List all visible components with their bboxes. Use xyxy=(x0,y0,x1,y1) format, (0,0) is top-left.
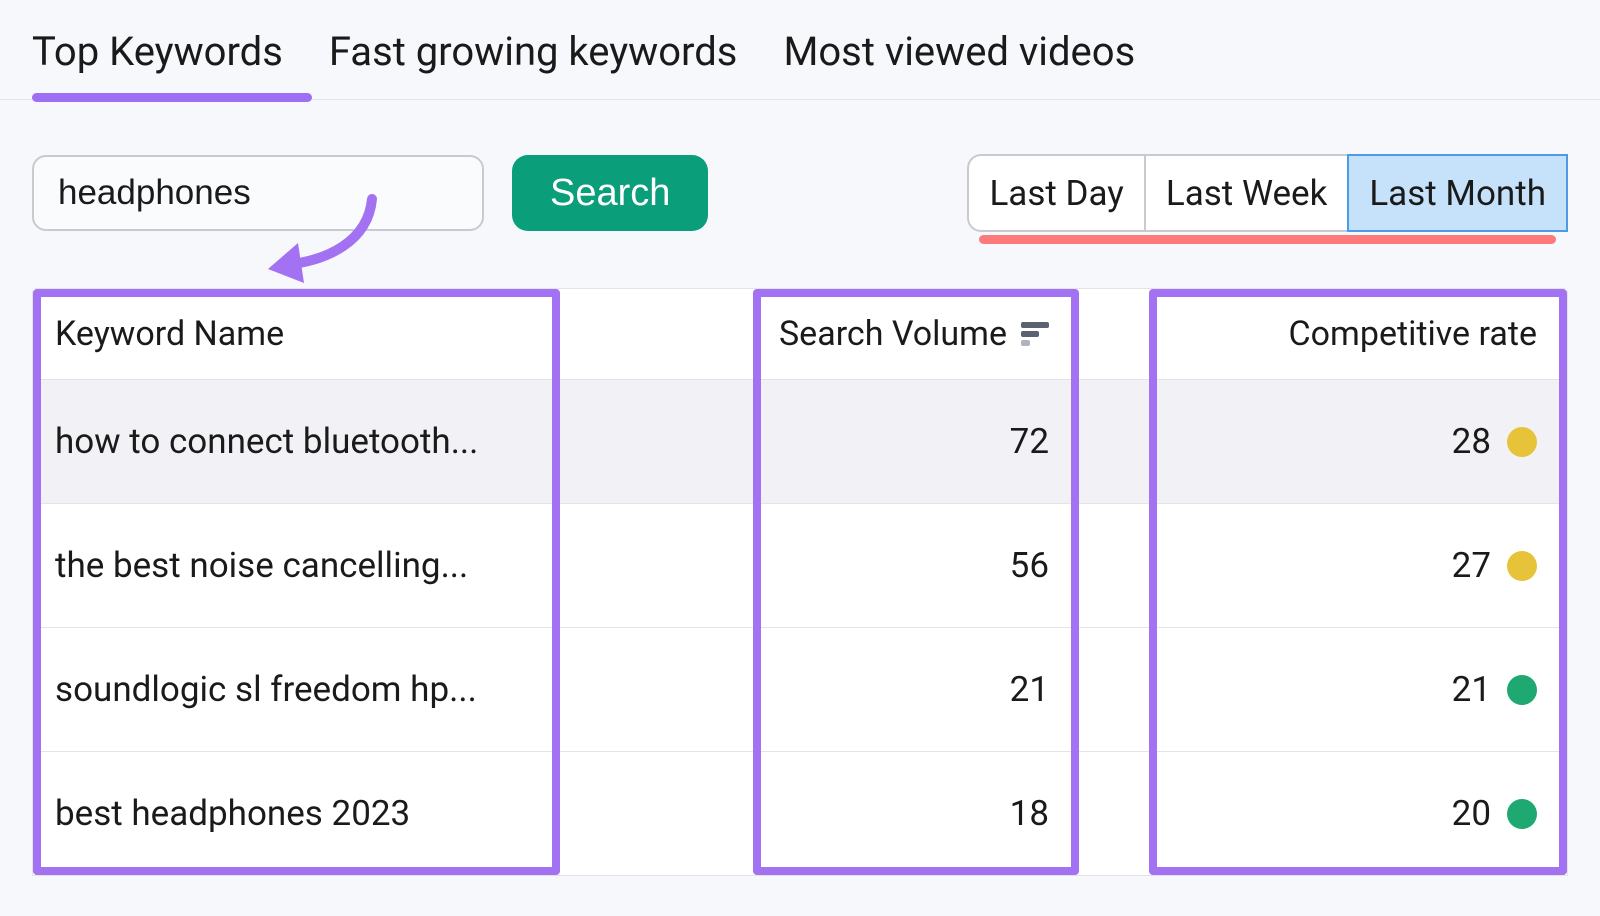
range-annotation-underline xyxy=(979,235,1556,244)
cell-search-volume: 56 xyxy=(753,545,1079,586)
tab-top-keywords[interactable]: Top Keywords xyxy=(32,28,283,99)
sort-desc-icon xyxy=(1021,322,1049,346)
rate-dot-icon xyxy=(1507,799,1537,829)
cell-competitive-rate: 28 xyxy=(1079,421,1567,462)
col-header-name[interactable]: Keyword Name xyxy=(33,314,753,354)
rate-dot-icon xyxy=(1507,675,1537,705)
tab-active-underline xyxy=(32,93,312,102)
cell-search-volume: 18 xyxy=(753,793,1079,834)
rate-value: 28 xyxy=(1452,421,1491,462)
rate-value: 27 xyxy=(1452,545,1491,586)
time-range-segmented: Last Day Last Week Last Month xyxy=(967,154,1568,232)
cell-keyword-name: soundlogic sl freedom hp... xyxy=(33,669,753,710)
controls-row: Search Last Day Last Week Last Month xyxy=(0,100,1600,288)
range-last-week[interactable]: Last Week xyxy=(1144,154,1347,232)
cell-competitive-rate: 21 xyxy=(1079,669,1567,710)
range-last-month[interactable]: Last Month xyxy=(1347,154,1568,232)
table-header-row: Keyword Name Search Volume Competitive r… xyxy=(33,289,1567,379)
cell-competitive-rate: 27 xyxy=(1079,545,1567,586)
table-row[interactable]: the best noise cancelling... 56 27 xyxy=(33,503,1567,627)
cell-competitive-rate: 20 xyxy=(1079,793,1567,834)
cell-keyword-name: best headphones 2023 xyxy=(33,793,753,834)
range-last-day[interactable]: Last Day xyxy=(967,154,1143,232)
keywords-table: Keyword Name Search Volume Competitive r… xyxy=(32,288,1568,876)
cell-search-volume: 72 xyxy=(753,421,1079,462)
tab-fast-growing[interactable]: Fast growing keywords xyxy=(329,28,738,99)
cell-search-volume: 21 xyxy=(753,669,1079,710)
cell-keyword-name: the best noise cancelling... xyxy=(33,545,753,586)
search-wrap xyxy=(32,155,484,231)
rate-dot-icon xyxy=(1507,427,1537,457)
rate-value: 21 xyxy=(1452,669,1491,710)
table-row[interactable]: best headphones 2023 18 20 xyxy=(33,751,1567,875)
search-button[interactable]: Search xyxy=(512,155,708,231)
search-input[interactable] xyxy=(32,155,484,231)
col-header-rate[interactable]: Competitive rate xyxy=(1079,314,1567,354)
tabs: Top Keywords Fast growing keywords Most … xyxy=(0,0,1600,100)
table-row[interactable]: how to connect bluetooth... 72 28 xyxy=(33,379,1567,503)
col-header-volume-label: Search Volume xyxy=(779,314,1007,354)
table-row[interactable]: soundlogic sl freedom hp... 21 21 xyxy=(33,627,1567,751)
rate-dot-icon xyxy=(1507,551,1537,581)
cell-keyword-name: how to connect bluetooth... xyxy=(33,421,753,462)
tab-most-viewed[interactable]: Most viewed videos xyxy=(783,28,1135,99)
col-header-volume[interactable]: Search Volume xyxy=(753,314,1079,354)
rate-value: 20 xyxy=(1452,793,1491,834)
